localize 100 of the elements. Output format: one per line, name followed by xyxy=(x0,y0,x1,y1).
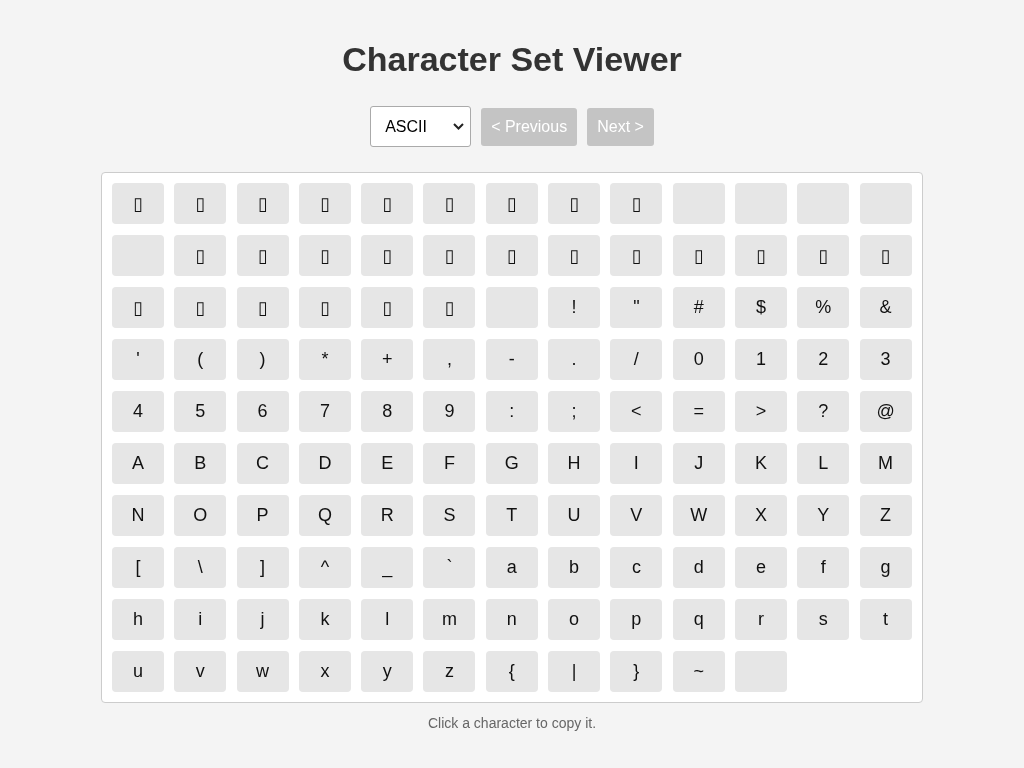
character-button[interactable]: ' xyxy=(112,339,164,380)
character-button[interactable]: : xyxy=(485,391,538,432)
character-button[interactable]: ▯ xyxy=(485,183,538,224)
blank-character-button[interactable] xyxy=(112,235,164,276)
character-button[interactable]: ▯ xyxy=(112,183,164,224)
character-button[interactable]: x xyxy=(298,651,351,692)
character-button[interactable]: ▯ xyxy=(610,183,663,224)
character-button[interactable]: o xyxy=(548,599,601,640)
character-button[interactable]: z xyxy=(423,651,476,692)
character-button[interactable]: 5 xyxy=(174,391,227,432)
character-button[interactable]: ▯ xyxy=(859,235,912,276)
charset-select[interactable]: ASCII xyxy=(370,106,472,147)
character-button[interactable]: [ xyxy=(112,547,164,588)
character-button[interactable]: { xyxy=(485,651,538,692)
blank-character-button[interactable] xyxy=(485,287,538,328)
character-button[interactable]: ▯ xyxy=(423,183,476,224)
character-button[interactable]: v xyxy=(174,651,227,692)
character-button[interactable]: R xyxy=(361,495,414,536)
character-button[interactable]: = xyxy=(672,391,725,432)
character-button[interactable]: \ xyxy=(174,547,227,588)
character-button[interactable]: X xyxy=(734,495,787,536)
character-button[interactable]: W xyxy=(672,495,725,536)
character-button[interactable]: ▯ xyxy=(734,235,787,276)
character-button[interactable]: F xyxy=(423,443,476,484)
character-button[interactable]: ! xyxy=(548,287,601,328)
blank-character-button[interactable] xyxy=(797,183,850,224)
character-button[interactable]: q xyxy=(672,599,725,640)
character-button[interactable]: ▯ xyxy=(298,287,351,328)
character-button[interactable]: C xyxy=(236,443,289,484)
character-button[interactable]: ; xyxy=(548,391,601,432)
character-button[interactable]: h xyxy=(112,599,164,640)
character-button[interactable]: ▯ xyxy=(423,235,476,276)
character-button[interactable]: i xyxy=(174,599,227,640)
character-button[interactable]: ~ xyxy=(672,651,725,692)
character-button[interactable]: 0 xyxy=(672,339,725,380)
character-button[interactable]: + xyxy=(361,339,414,380)
character-button[interactable]: Z xyxy=(859,495,912,536)
character-button[interactable]: ▯ xyxy=(361,183,414,224)
character-button[interactable]: ▯ xyxy=(672,235,725,276)
character-button[interactable]: - xyxy=(485,339,538,380)
character-button[interactable]: J xyxy=(672,443,725,484)
character-button[interactable]: r xyxy=(734,599,787,640)
character-button[interactable]: ▯ xyxy=(797,235,850,276)
character-button[interactable]: 1 xyxy=(734,339,787,380)
character-button[interactable]: % xyxy=(797,287,850,328)
character-button[interactable]: 6 xyxy=(236,391,289,432)
character-button[interactable]: U xyxy=(548,495,601,536)
character-button[interactable]: ▯ xyxy=(174,183,227,224)
character-button[interactable]: Q xyxy=(298,495,351,536)
character-button[interactable]: ▯ xyxy=(174,287,227,328)
character-button[interactable]: w xyxy=(236,651,289,692)
character-button[interactable]: ^ xyxy=(298,547,351,588)
character-button[interactable]: 9 xyxy=(423,391,476,432)
character-button[interactable]: | xyxy=(548,651,601,692)
character-button[interactable]: ▯ xyxy=(298,235,351,276)
character-button[interactable]: c xyxy=(610,547,663,588)
character-button[interactable]: Y xyxy=(797,495,850,536)
character-button[interactable]: A xyxy=(112,443,164,484)
character-button[interactable]: ▯ xyxy=(610,235,663,276)
character-button[interactable]: _ xyxy=(361,547,414,588)
character-button[interactable]: > xyxy=(734,391,787,432)
character-button[interactable]: V xyxy=(610,495,663,536)
character-button[interactable]: d xyxy=(672,547,725,588)
character-button[interactable]: M xyxy=(859,443,912,484)
character-button[interactable]: ▯ xyxy=(361,287,414,328)
character-button[interactable]: t xyxy=(859,599,912,640)
character-button[interactable]: N xyxy=(112,495,164,536)
character-button[interactable]: m xyxy=(423,599,476,640)
character-button[interactable]: 2 xyxy=(797,339,850,380)
character-button[interactable]: b xyxy=(548,547,601,588)
character-button[interactable]: ( xyxy=(174,339,227,380)
character-button[interactable]: f xyxy=(797,547,850,588)
character-button[interactable]: ▯ xyxy=(236,235,289,276)
blank-character-button[interactable] xyxy=(734,183,787,224)
character-button[interactable]: } xyxy=(610,651,663,692)
character-button[interactable]: k xyxy=(298,599,351,640)
character-button[interactable]: @ xyxy=(859,391,912,432)
character-button[interactable]: * xyxy=(298,339,351,380)
character-button[interactable]: S xyxy=(423,495,476,536)
character-button[interactable]: E xyxy=(361,443,414,484)
character-button[interactable]: 4 xyxy=(112,391,164,432)
character-button[interactable]: ▯ xyxy=(548,183,601,224)
character-button[interactable]: 7 xyxy=(298,391,351,432)
character-button[interactable]: ` xyxy=(423,547,476,588)
character-button[interactable]: . xyxy=(548,339,601,380)
character-button[interactable]: ) xyxy=(236,339,289,380)
character-button[interactable]: ▯ xyxy=(423,287,476,328)
character-button[interactable]: O xyxy=(174,495,227,536)
character-button[interactable]: y xyxy=(361,651,414,692)
character-button[interactable]: P xyxy=(236,495,289,536)
character-button[interactable]: K xyxy=(734,443,787,484)
character-button[interactable]: j xyxy=(236,599,289,640)
character-button[interactable]: ] xyxy=(236,547,289,588)
character-button[interactable]: ▯ xyxy=(236,287,289,328)
character-button[interactable]: ? xyxy=(797,391,850,432)
blank-character-button[interactable] xyxy=(859,183,912,224)
character-button[interactable]: ▯ xyxy=(548,235,601,276)
character-button[interactable]: D xyxy=(298,443,351,484)
character-button[interactable]: G xyxy=(485,443,538,484)
character-button[interactable]: 8 xyxy=(361,391,414,432)
